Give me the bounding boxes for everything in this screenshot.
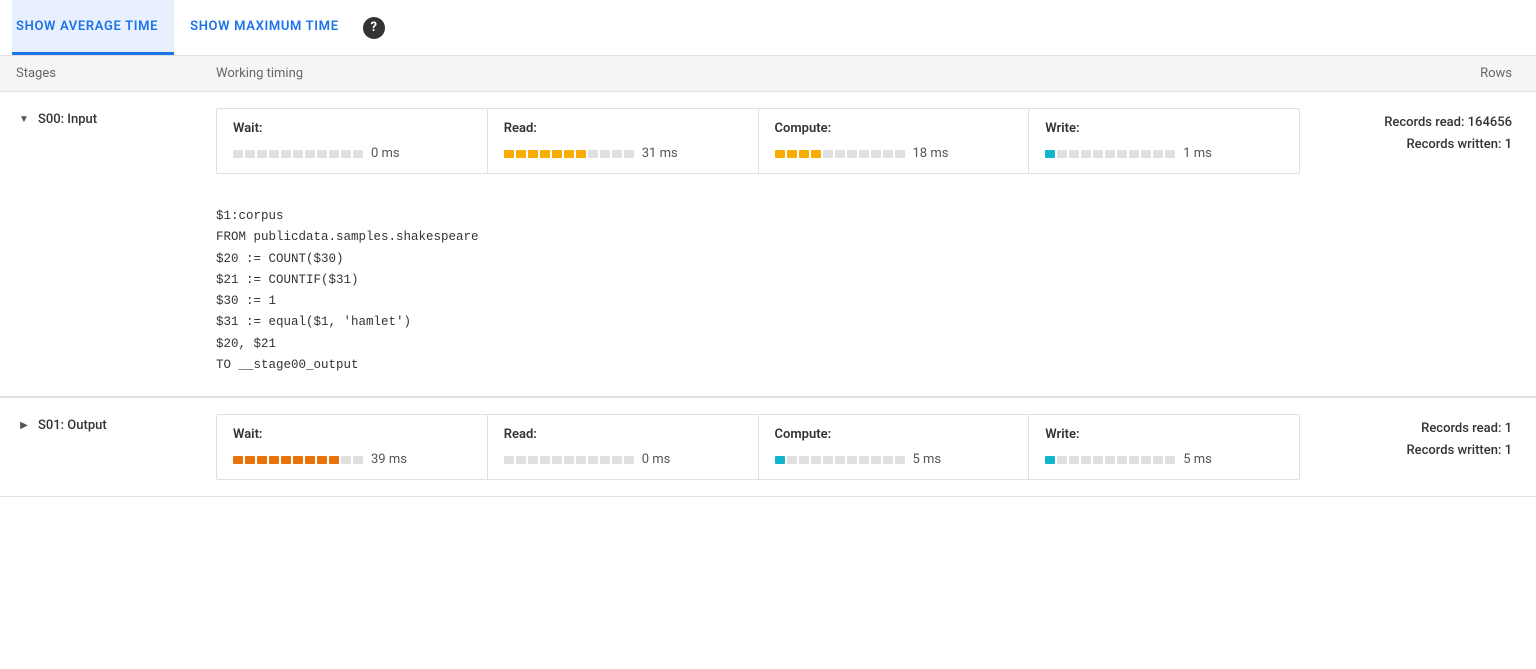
stage-s00-header: ▼ S00: Input Wait: 0 ms Read: [0,92,1536,190]
stage-s01-read-label: Read: [504,427,742,442]
stage-s01-records-written: Records written: 1 [1316,440,1512,462]
stage-s01-records-read: Records read: 1 [1316,418,1512,440]
stage-s00-wait-track [233,150,363,158]
stage-s00-read-track [504,150,634,158]
stage-s00-compute-cell: Compute: 18 ms [759,109,1030,173]
stage-s01-read-cell: Read: 0 ms [488,415,759,479]
stage-s00-rows: Records read: 164656 Records written: 1 [1300,108,1520,156]
stage-s01-wait-label: Wait: [233,427,471,442]
stage-s00-write-track [1045,150,1175,158]
tab-bar: SHOW AVERAGE TIME SHOW MAXIMUM TIME ? [0,0,1536,56]
stage-s01-read-bar: 0 ms [504,452,742,467]
stage-s01-rows: Records read: 1 Records written: 1 [1300,414,1520,462]
stage-s01-write-value: 5 ms [1183,452,1212,467]
stage-s00-compute-track [775,150,905,158]
code-line-6: $31 := equal($1, 'hamlet') [216,312,1520,333]
tab-show-average[interactable]: SHOW AVERAGE TIME [12,0,174,55]
stage-s01-read-track [504,456,634,464]
stage-s00-compute-label: Compute: [775,121,1013,136]
stage-s01-write-cell: Write: 5 ms [1029,415,1299,479]
stage-s01-wait-value: 39 ms [371,452,407,467]
stage-s00-code: $1:corpus FROM publicdata.samples.shakes… [0,190,1536,397]
stage-s01-compute-track [775,456,905,464]
stage-s00-write-cell: Write: 1 ms [1029,109,1299,173]
stage-s00-chevron[interactable]: ▼ [16,114,32,125]
help-icon[interactable]: ? [363,17,385,39]
col-stages-header: Stages [16,66,216,81]
stage-s00-records-written: Records written: 1 [1316,134,1512,156]
stage-s00-read-cell: Read: 31 ms [488,109,759,173]
stage-s01-name: S01: Output [38,418,107,433]
col-timing-header: Working timing [216,66,1300,81]
code-line-3: $20 := COUNT($30) [216,249,1520,270]
stage-s00-wait-value: 0 ms [371,146,400,161]
stage-s00-write-value: 1 ms [1183,146,1212,161]
stage-s00-records-read: Records read: 164656 [1316,112,1512,134]
stage-s00-compute-value: 18 ms [913,146,949,161]
stage-s00: ▼ S00: Input Wait: 0 ms Read: [0,92,1536,398]
stage-s01-read-value: 0 ms [642,452,671,467]
stage-s01-wait-bar: 39 ms [233,452,471,467]
stage-s00-read-label: Read: [504,121,742,136]
code-line-7: $20, $21 [216,334,1520,355]
stage-s01-write-bar: 5 ms [1045,452,1283,467]
tab-show-maximum[interactable]: SHOW MAXIMUM TIME [174,0,355,55]
stage-s01-compute-label: Compute: [775,427,1013,442]
stage-s00-read-bar: 31 ms [504,146,742,161]
stage-s01-wait-track [233,456,363,464]
stage-s01-label: ▶ S01: Output [16,414,216,433]
code-line-4: $21 := COUNTIF($31) [216,270,1520,291]
stage-s01-write-track [1045,456,1175,464]
stage-s00-name: S00: Input [38,112,97,127]
stage-s00-wait-cell: Wait: 0 ms [217,109,488,173]
stage-s01-wait-cell: Wait: 39 ms [217,415,488,479]
code-line-8: TO __stage00_output [216,355,1520,376]
stage-s00-wait-label: Wait: [233,121,471,136]
stage-s01: ▶ S01: Output Wait: 39 ms Read: [0,398,1536,497]
stage-s01-compute-value: 5 ms [913,452,942,467]
stage-s01-chevron[interactable]: ▶ [16,420,32,431]
tab-avg-label: SHOW AVERAGE TIME [16,19,158,34]
stage-s00-label: ▼ S00: Input [16,108,216,127]
stage-s00-write-label: Write: [1045,121,1283,136]
stage-s00-wait-bar: 0 ms [233,146,471,161]
code-line-2: FROM publicdata.samples.shakespeare [216,227,1520,248]
code-line-1: $1:corpus [216,206,1520,227]
stage-s01-compute-bar: 5 ms [775,452,1013,467]
stage-s00-timing-grid: Wait: 0 ms Read: [216,108,1300,174]
tab-max-label: SHOW MAXIMUM TIME [190,19,339,34]
col-rows-header: Rows [1300,66,1520,81]
stage-s01-header: ▶ S01: Output Wait: 39 ms Read: [0,398,1536,496]
stage-s01-write-label: Write: [1045,427,1283,442]
stage-s00-write-bar: 1 ms [1045,146,1283,161]
stage-s01-timing-grid: Wait: 39 ms Read: [216,414,1300,480]
table-header: Stages Working timing Rows [0,56,1536,92]
code-line-5: $30 := 1 [216,291,1520,312]
stage-s00-read-value: 31 ms [642,146,678,161]
stage-s01-compute-cell: Compute: 5 ms [759,415,1030,479]
stage-s00-compute-bar: 18 ms [775,146,1013,161]
